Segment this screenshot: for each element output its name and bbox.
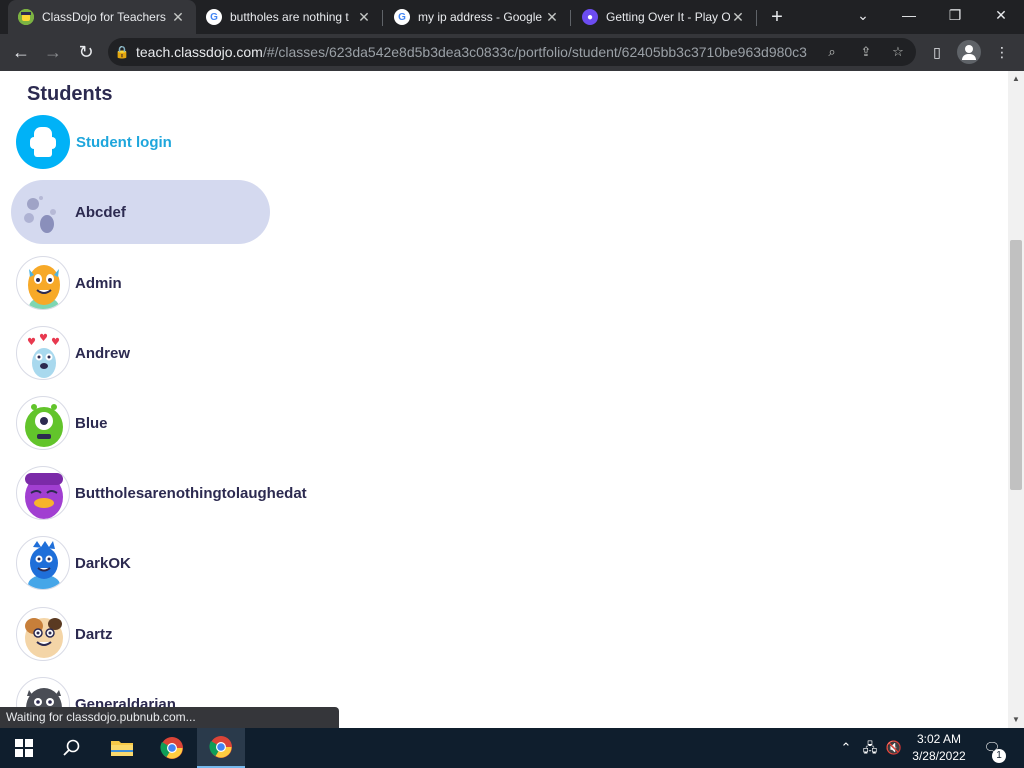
close-tab-icon[interactable]: ✕ xyxy=(730,9,746,26)
network-icon[interactable]: 🖧 xyxy=(860,738,880,758)
chrome-active-taskbar-button[interactable] xyxy=(197,728,245,768)
zoom-icon[interactable]: ⌕ xyxy=(822,42,842,62)
lock-icon[interactable]: 🔒 xyxy=(108,45,136,59)
student-name: Andrew xyxy=(75,344,131,362)
tab-strip: ClassDojo for Teachers ✕ G buttholes are… xyxy=(0,0,1024,34)
student-item-abcdef[interactable]: Abcdef xyxy=(11,180,270,244)
search-icon xyxy=(63,739,80,756)
close-tab-icon[interactable]: ✕ xyxy=(170,9,186,26)
page-title: Students xyxy=(27,83,113,105)
tab-title: buttholes are nothing t xyxy=(230,10,349,24)
back-arrow-icon[interactable]: ← xyxy=(8,39,34,65)
page-content: Students Student login Abcdef Admin ♥ ♥ … xyxy=(0,71,1008,728)
side-panel-icon[interactable]: ▯ xyxy=(925,40,949,64)
scroll-up-icon[interactable]: ▲ xyxy=(1008,71,1024,87)
close-tab-icon[interactable]: ✕ xyxy=(356,9,372,26)
tab-ip-address[interactable]: G my ip address - Google ✕ xyxy=(384,0,570,34)
bookmark-star-icon[interactable]: ☆ xyxy=(888,42,908,62)
page-scrollbar[interactable]: ▲ ▼ xyxy=(1008,71,1024,728)
minimize-icon[interactable]: — xyxy=(886,0,932,30)
restore-icon[interactable]: ❐ xyxy=(932,0,978,30)
share-icon[interactable]: ⇪ xyxy=(856,42,876,62)
student-login-label: Student login xyxy=(76,133,172,151)
student-item-dartz[interactable]: Dartz xyxy=(11,602,270,666)
student-item-blue[interactable]: Blue xyxy=(11,391,270,455)
student-name: Buttholesarenothingtolaughedat xyxy=(75,484,307,502)
tab-title: Getting Over It - Play O xyxy=(606,10,730,24)
student-login-icon xyxy=(16,115,70,169)
search-button[interactable] xyxy=(48,728,96,768)
browser-status-bar: Waiting for classdojo.pubnub.com... xyxy=(0,707,339,728)
folder-icon xyxy=(111,741,133,756)
reload-icon[interactable]: ↻ xyxy=(73,39,99,65)
student-item-andrew[interactable]: ♥ ♥ ♥ Andrew xyxy=(11,321,270,385)
scrollbar-thumb[interactable] xyxy=(1010,240,1022,490)
url-host: teach.classdojo.com xyxy=(136,44,263,60)
student-name: Dartz xyxy=(75,625,113,643)
new-tab-button[interactable]: + xyxy=(764,4,790,30)
clock-time: 3:02 AM xyxy=(916,732,962,746)
google-icon: G xyxy=(206,9,222,25)
tab-title: ClassDojo for Teachers xyxy=(42,10,166,24)
notification-count-badge: 1 xyxy=(992,749,1006,763)
purple-monster-avatar-icon xyxy=(16,466,70,520)
svg-text:♥: ♥ xyxy=(39,333,48,344)
address-bar[interactable]: 🔒 teach.classdojo.com/#/classes/623da542… xyxy=(108,38,916,66)
student-item-admin[interactable]: Admin xyxy=(11,251,270,315)
student-name: Admin xyxy=(75,274,122,292)
student-item-darkok[interactable]: DarkOK xyxy=(11,531,270,595)
classdojo-icon xyxy=(18,9,34,25)
tab-google-search[interactable]: G buttholes are nothing t ✕ xyxy=(196,0,382,34)
clock-date: 3/28/2022 xyxy=(912,749,966,763)
tab-title: my ip address - Google xyxy=(418,10,543,24)
student-login-link[interactable]: Student login xyxy=(16,115,172,169)
moon-rock-avatar-icon xyxy=(16,185,70,239)
tab-divider xyxy=(570,10,571,26)
poki-icon: ● xyxy=(582,9,598,25)
green-monster-avatar-icon xyxy=(16,396,70,450)
start-button[interactable] xyxy=(0,728,48,768)
chrome-icon xyxy=(160,737,183,759)
chrome-icon xyxy=(209,736,232,758)
blue-monster-avatar-icon xyxy=(16,536,70,590)
close-tab-icon[interactable]: ✕ xyxy=(544,9,560,26)
windows-logo-icon xyxy=(15,739,33,757)
url-path: /#/classes/623da542e8d5b3dea3c0833c/port… xyxy=(262,44,807,60)
student-name: Blue xyxy=(75,414,108,432)
hearts-monster-avatar-icon: ♥ ♥ ♥ xyxy=(16,326,70,380)
student-item-buttholesarenothingtolaughedat[interactable]: Buttholesarenothingtolaughedat xyxy=(11,461,341,525)
scroll-down-icon[interactable]: ▼ xyxy=(1008,712,1024,728)
browser-toolbar: ← → ↻ 🔒 teach.classdojo.com/#/classes/62… xyxy=(0,34,1024,71)
svg-text:♥: ♥ xyxy=(51,337,60,348)
chevron-up-icon[interactable]: ⌃ xyxy=(836,738,856,758)
chrome-taskbar-button[interactable] xyxy=(148,728,196,768)
svg-text:♥: ♥ xyxy=(27,337,36,348)
address-url[interactable]: teach.classdojo.com/#/classes/623da542e8… xyxy=(136,44,816,60)
system-clock[interactable]: 3:02 AM 3/28/2022 xyxy=(906,731,972,765)
volume-muted-icon[interactable]: 🔇 xyxy=(884,738,904,758)
menu-kebab-icon[interactable]: ⋮ xyxy=(990,40,1014,64)
student-name: DarkOK xyxy=(75,554,131,572)
close-window-icon[interactable]: ✕ xyxy=(978,0,1024,30)
orange-monster-avatar-icon xyxy=(16,256,70,310)
google-icon: G xyxy=(394,9,410,25)
student-name: Abcdef xyxy=(75,203,126,221)
tab-search-icon[interactable]: ⌄ xyxy=(840,0,886,30)
windows-taskbar: ⌃ 🖧 🔇 3:02 AM 3/28/2022 🗨 1 xyxy=(0,728,1024,768)
tab-divider xyxy=(382,10,383,26)
tab-classdojo[interactable]: ClassDojo for Teachers ✕ xyxy=(8,0,196,34)
profile-avatar-icon[interactable] xyxy=(957,40,981,64)
forward-arrow-icon[interactable]: → xyxy=(40,39,66,65)
hamster-monster-avatar-icon xyxy=(16,607,70,661)
tab-getting-over-it[interactable]: ● Getting Over It - Play O ✕ xyxy=(572,0,756,34)
tab-divider xyxy=(756,10,757,26)
file-explorer-button[interactable] xyxy=(98,728,146,768)
